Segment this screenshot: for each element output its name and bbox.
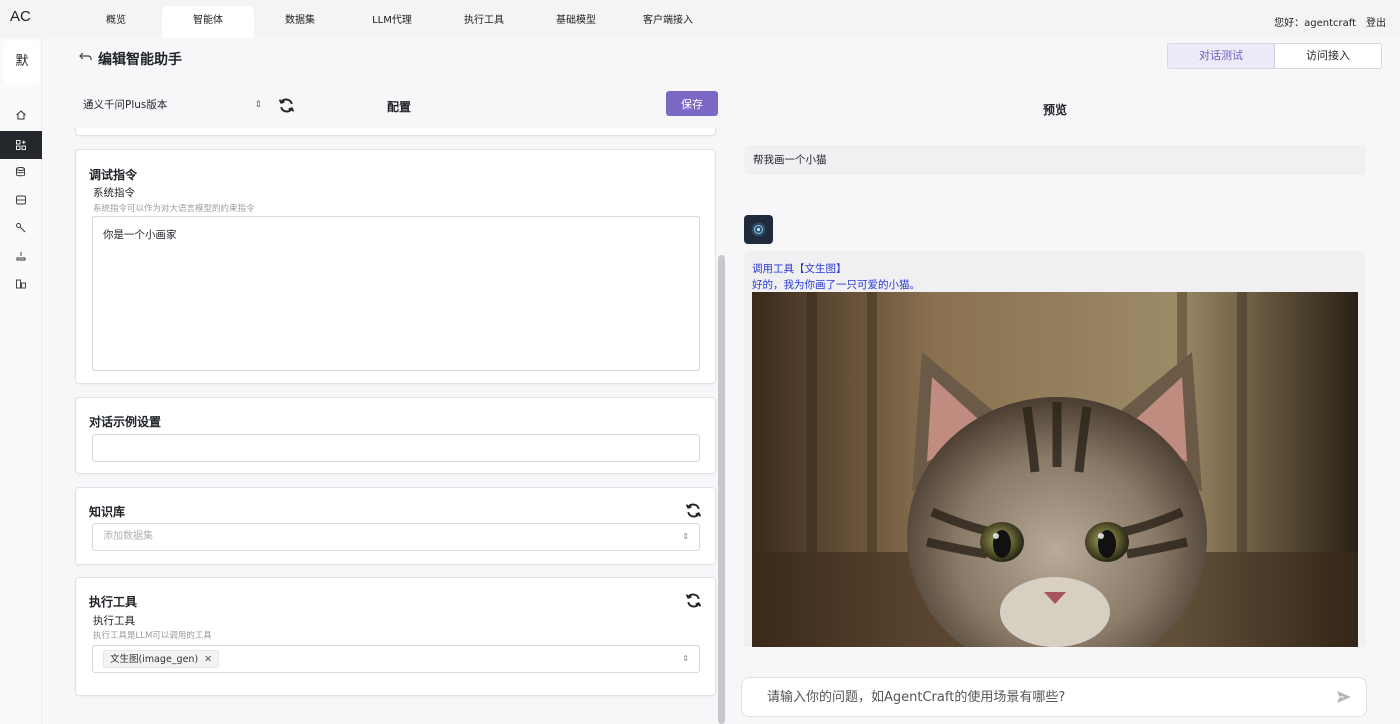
generated-kitten-image (752, 292, 1358, 647)
sidebar: 默 (0, 38, 42, 724)
chat-input-bar (741, 677, 1367, 717)
remove-tag-icon[interactable]: ✕ (204, 654, 212, 665)
instructions-title: 调试指令 (89, 168, 138, 182)
preview-pane: 帮我画一个小猫 调用工具【文生图】 好的，我为你画了一只可爱的小猫。 (730, 128, 1380, 724)
tools-hint: 执行工具是LLM可以调用的工具 (93, 631, 212, 641)
refresh-model-icon[interactable] (277, 96, 295, 114)
tab-chat-test[interactable]: 对话测试 (1168, 44, 1275, 68)
home-icon[interactable] (0, 101, 42, 129)
select-arrows-icon: ⇕ (682, 532, 689, 541)
top-nav-bar: AC 概览 智能体 数据集 LLM代理 执行工具 基础模型 客户端接入 您好：a… (0, 0, 1400, 38)
bot-reply: 好的，我为你画了一只可爱的小猫。 (752, 279, 920, 291)
knowledge-card: 知识库 添加数据集 ⇕ (75, 487, 716, 565)
page-title: 编辑智能助手 (78, 49, 182, 69)
collapsed-card (75, 128, 716, 136)
knowledge-placeholder: 添加数据集 (103, 531, 153, 542)
app-root: AC 概览 智能体 数据集 LLM代理 执行工具 基础模型 客户端接入 您好：a… (0, 0, 1400, 724)
app-logo: AC (10, 8, 31, 25)
config-title: 配置 (387, 100, 412, 114)
system-instruction-hint: 系统指令可以作为对大语言模型的约束指令 (93, 204, 255, 214)
system-instruction-label: 系统指令 (93, 187, 135, 199)
deploy-icon[interactable] (0, 242, 42, 270)
nav-item-llm-proxy[interactable]: LLM代理 (346, 6, 438, 38)
tools-card: 执行工具 执行工具 执行工具是LLM可以调用的工具 文生图(image_gen)… (75, 577, 716, 696)
nav-item-overview[interactable]: 概览 (70, 6, 162, 38)
user-area: 您好：agentcraft 登出 (1274, 14, 1386, 29)
user-message: 帮我画一个小猫 (744, 145, 1366, 175)
selected-tool-label: 文生图(image_gen) (110, 654, 199, 665)
database-add-icon[interactable] (0, 158, 42, 186)
main-nav: 概览 智能体 数据集 LLM代理 执行工具 基础模型 客户端接入 (70, 6, 714, 38)
bot-tool-call: 调用工具【文生图】 (752, 263, 847, 275)
apps-icon[interactable] (0, 131, 42, 159)
back-arrow-icon[interactable] (78, 51, 93, 67)
save-button[interactable]: 保存 (666, 91, 718, 116)
nav-item-datasets[interactable]: 数据集 (254, 6, 346, 38)
config-pane: 调试指令 系统指令 系统指令可以作为对大语言模型的约束指令 你是一个小画家 对话… (72, 128, 727, 724)
bot-avatar (744, 215, 773, 244)
tab-access[interactable]: 访问接入 (1275, 44, 1381, 68)
logout-link[interactable]: 登出 (1366, 14, 1386, 29)
preview-tabs: 对话测试 访问接入 (1167, 43, 1382, 69)
examples-input[interactable] (92, 434, 700, 462)
nav-item-tools[interactable]: 执行工具 (438, 6, 530, 38)
examples-card: 对话示例设置 (75, 397, 716, 474)
bot-message: 调用工具【文生图】 好的，我为你画了一只可爱的小猫。 (744, 251, 1366, 647)
nav-item-base-models[interactable]: 基础模型 (530, 6, 622, 38)
select-arrows-icon: ⇕ (254, 100, 262, 110)
model-select-value: 通义千问Plus版本 (83, 99, 168, 111)
knowledge-title: 知识库 (89, 505, 126, 519)
workspace-avatar[interactable]: 默 (4, 40, 40, 84)
tools-title: 执行工具 (89, 595, 138, 609)
storage-icon[interactable] (0, 186, 42, 214)
model-select[interactable]: 通义千问Plus版本 ⇕ (76, 91, 266, 119)
refresh-knowledge-icon[interactable] (684, 501, 702, 519)
tool-icon[interactable] (0, 214, 42, 242)
select-arrows-icon: ⇕ (682, 654, 689, 663)
knowledge-select[interactable]: 添加数据集 ⇕ (92, 523, 700, 551)
tools-label: 执行工具 (93, 615, 135, 627)
client-icon[interactable] (0, 270, 42, 298)
selected-tool-tag: 文生图(image_gen) ✕ (103, 650, 220, 668)
preview-title: 预览 (1043, 103, 1068, 117)
page-title-text: 编辑智能助手 (98, 52, 182, 68)
config-scrollbar[interactable] (718, 255, 725, 724)
instructions-card: 调试指令 系统指令 系统指令可以作为对大语言模型的约束指令 你是一个小画家 (75, 149, 716, 384)
refresh-tools-icon[interactable] (684, 591, 702, 609)
user-greeting: 您好：agentcraft (1274, 18, 1356, 29)
system-instruction-textarea[interactable]: 你是一个小画家 (92, 216, 700, 371)
send-icon[interactable] (1336, 689, 1352, 705)
chat-input[interactable] (767, 678, 1327, 716)
tools-select[interactable]: 文生图(image_gen) ✕ ⇕ (92, 645, 700, 673)
nav-item-client-access[interactable]: 客户端接入 (622, 6, 714, 38)
nav-item-agents[interactable]: 智能体 (162, 6, 254, 38)
examples-title: 对话示例设置 (89, 415, 162, 429)
